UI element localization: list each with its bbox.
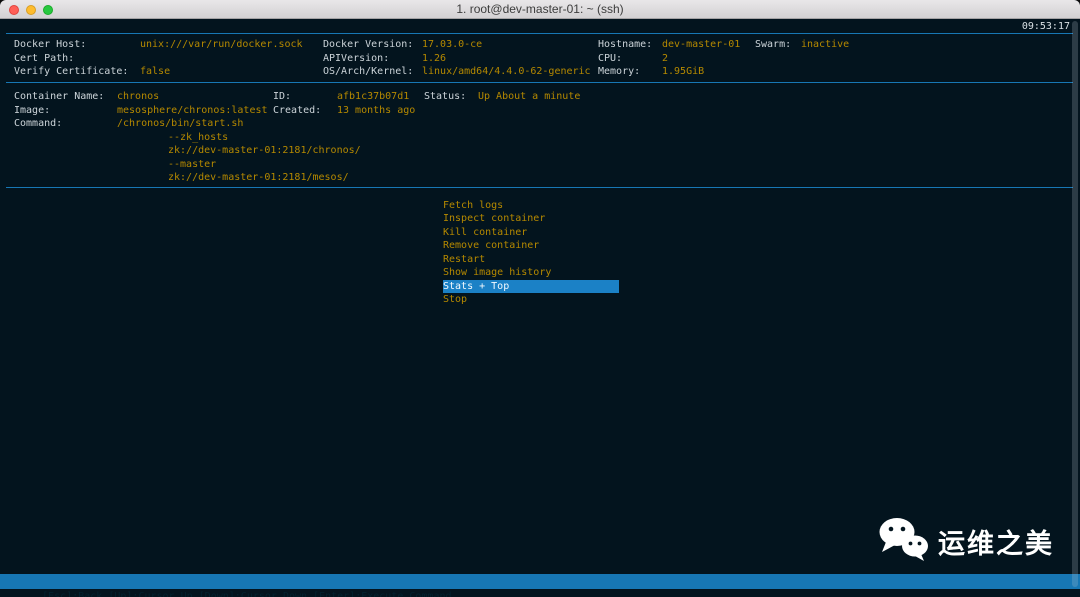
swarm-label: Swarm: [755, 39, 792, 50]
docker-version-label: Docker Version: [323, 39, 414, 50]
container-name-value: chronos [117, 91, 160, 102]
scrollbar[interactable] [1072, 21, 1078, 587]
window-titlebar[interactable]: 1. root@dev-master-01: ~ (ssh) [0, 0, 1080, 19]
cpu-label: CPU: [598, 52, 623, 64]
terminal-window: 1. root@dev-master-01: ~ (ssh) 09:53:17 … [0, 0, 1080, 597]
image-value: mesosphere/chronos:latest [117, 104, 268, 116]
divider [6, 33, 1073, 34]
status-value: Up About a minute [478, 91, 581, 102]
memory-label: Memory: [598, 66, 641, 77]
swarm-value: inactive [801, 39, 850, 50]
verify-cert-value: false [140, 66, 171, 77]
api-version-value: 1.26 [422, 52, 447, 64]
window-title: 1. root@dev-master-01: ~ (ssh) [456, 2, 624, 16]
terminal-screen[interactable]: 09:53:17 Docker Host: unix:///var/run/do… [0, 19, 1080, 597]
keybinding-hints: [Esc]:Back [Up]:Cursor Up [Down]:Cursor … [42, 591, 452, 597]
os-kernel-label: OS/Arch/Kernel: [323, 66, 414, 77]
divider [6, 81, 1073, 83]
menu-item-remove-container[interactable]: Remove container [443, 239, 619, 253]
created-label: Created: [273, 104, 322, 116]
command-arg: zk://dev-master-01:2181/mesos/ [168, 172, 349, 183]
cpu-value: 2 [662, 52, 669, 64]
container-name-label: Container Name: [14, 91, 105, 102]
menu-item-stats-top[interactable]: Stats + Top [443, 279, 619, 293]
command-label: Command: [14, 118, 63, 129]
menu-item-inspect-container[interactable]: Inspect container [443, 212, 619, 226]
menu-item-fetch-logs[interactable]: Fetch logs [443, 199, 619, 213]
keybinding-statusbar: [Esc]:Back [Up]:Cursor Up [Down]:Cursor … [0, 574, 1080, 597]
watermark: 运维之美 [877, 516, 1054, 566]
os-kernel-value: linux/amd64/4.4.0-62-generic [422, 66, 591, 77]
clock-text: 09:53:17 [1021, 21, 1070, 32]
created-value: 13 months ago [337, 104, 416, 116]
menu-item-stop[interactable]: Stop [443, 293, 619, 307]
hostname-label: Hostname: [598, 39, 653, 50]
docker-version-value: 17.03.0-ce [422, 39, 483, 50]
menu-item-show-image-history[interactable]: Show image history [443, 266, 619, 280]
container-id-value: afb1c37b07d1 [337, 91, 410, 102]
wechat-icon [877, 516, 929, 566]
hostname-value: dev-master-01 [662, 39, 741, 50]
container-id-label: ID: [273, 91, 292, 102]
command-value: /chronos/bin/start.sh [117, 118, 244, 129]
divider [6, 186, 1073, 188]
command-arg: zk://dev-master-01:2181/chronos/ [168, 145, 361, 156]
status-label: Status: [424, 91, 467, 102]
watermark-text: 运维之美 [938, 528, 1054, 560]
menu-item-restart[interactable]: Restart [443, 253, 619, 267]
api-version-label: APIVersion: [323, 52, 390, 64]
memory-value: 1.95GiB [662, 66, 705, 77]
docker-host-label: Docker Host: [14, 39, 87, 50]
cert-path-label: Cert Path: [14, 52, 75, 64]
verify-cert-label: Verify Certificate: [14, 66, 129, 77]
image-label: Image: [14, 104, 51, 116]
command-arg: --master [168, 158, 217, 170]
menu-item-kill-container[interactable]: Kill container [443, 226, 619, 240]
docker-host-value: unix:///var/run/docker.sock [140, 39, 303, 50]
command-arg: --zk_hosts [168, 131, 229, 143]
